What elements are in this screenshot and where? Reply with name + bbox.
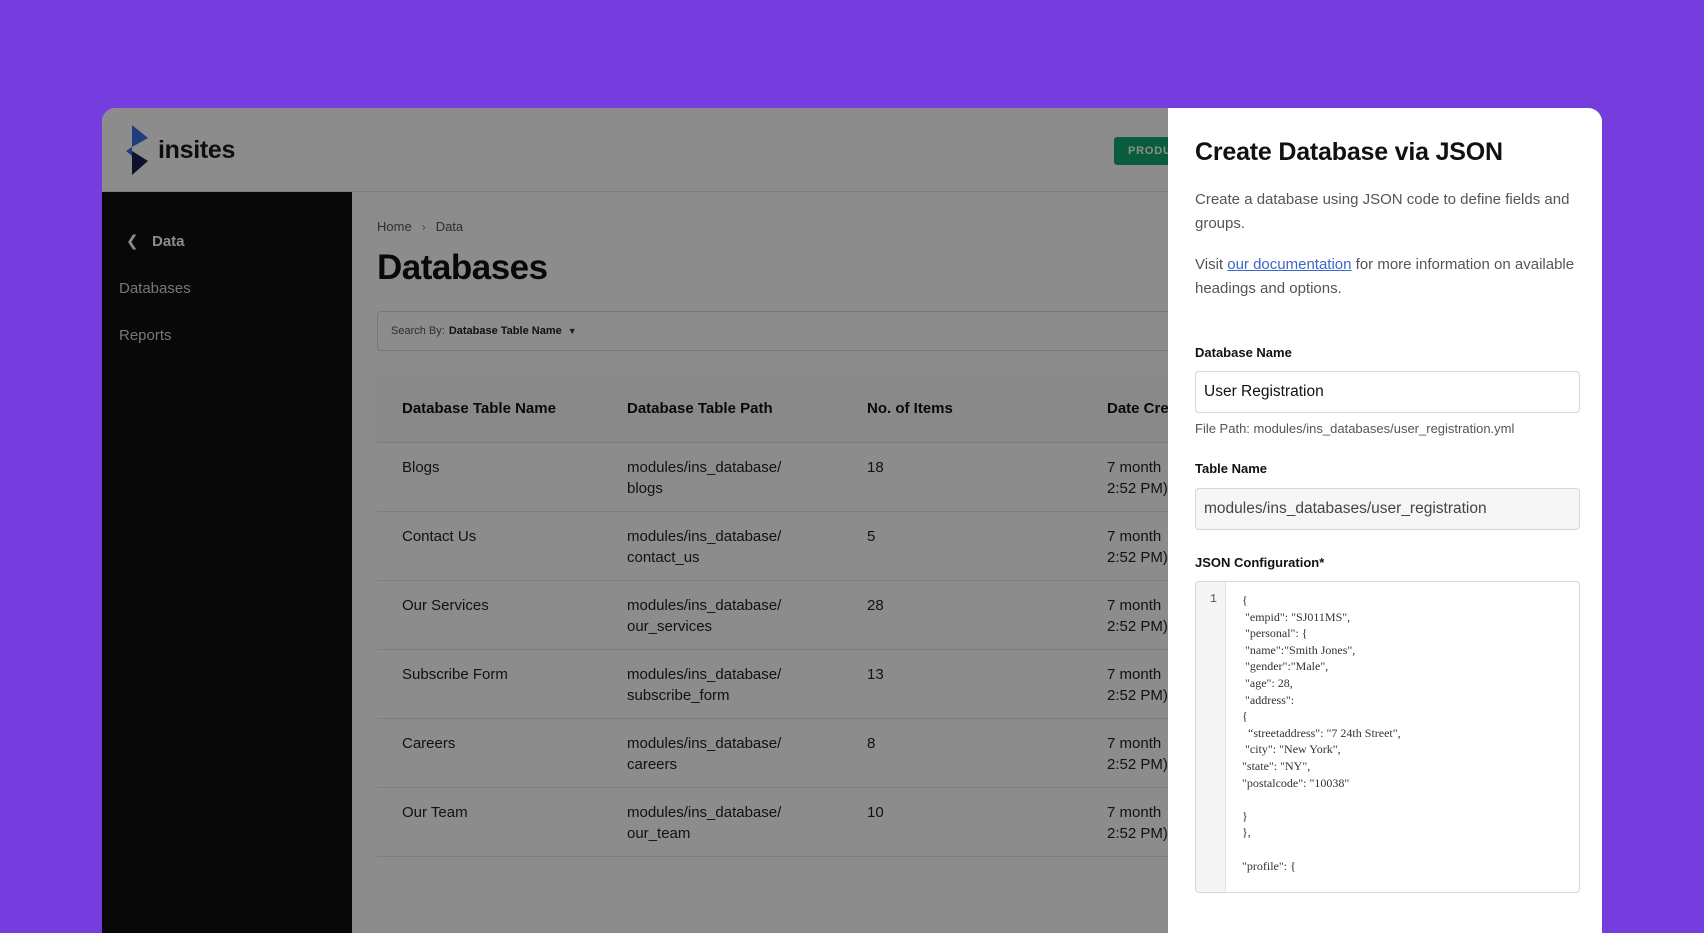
code-line: "postalcode": "10038"	[1242, 775, 1350, 790]
code-line: "state": "NY",	[1242, 758, 1311, 773]
code-line: "name":"Smith Jones",	[1242, 642, 1356, 657]
file-path-hint: File Path: modules/ins_databases/user_re…	[1195, 421, 1515, 436]
drawer-doc-text: Visit our documentation for more informa…	[1195, 253, 1585, 301]
code-line: },	[1242, 825, 1251, 840]
code-line: "profile": {	[1242, 858, 1296, 873]
editor-gutter: 1	[1196, 582, 1226, 892]
code-line: "gender":"Male",	[1242, 659, 1329, 674]
drawer-title: Create Database via JSON	[1195, 138, 1503, 166]
database-name-label: Database Name	[1195, 345, 1292, 360]
code-line: {	[1242, 593, 1248, 607]
code-line: "city": "New York",	[1242, 742, 1341, 757]
code-line: }	[1242, 808, 1248, 823]
json-config-label: JSON Configuration*	[1195, 555, 1325, 570]
doc-visit-prefix: Visit	[1195, 256, 1228, 273]
table-name-label: Table Name	[1195, 461, 1268, 476]
documentation-link[interactable]: our documentation	[1227, 256, 1351, 273]
code-line: {	[1242, 709, 1248, 724]
code-line: "address":	[1242, 692, 1295, 707]
table-name-input[interactable]	[1195, 488, 1580, 530]
code-line: “streetaddress": "7 24th Street",	[1242, 725, 1401, 740]
code-line: "age": 28,	[1242, 675, 1293, 690]
code-content[interactable]: { "empid": "SJ011MS", "personal": { "nam…	[1242, 592, 1401, 874]
app-window: insites PRODU ❮ Data Databases Reports H…	[102, 108, 1602, 933]
code-line: "empid": "SJ011MS",	[1242, 609, 1351, 624]
drawer-intro: Create a database using JSON code to def…	[1195, 191, 1570, 232]
code-line: "personal": {	[1242, 626, 1308, 641]
database-name-input[interactable]	[1195, 371, 1580, 413]
line-number: 1	[1209, 592, 1217, 606]
create-database-drawer: Create Database via JSON Create a databa…	[1168, 108, 1602, 933]
json-code-editor[interactable]: 1 { "empid": "SJ011MS", "personal": { "n…	[1195, 581, 1580, 893]
